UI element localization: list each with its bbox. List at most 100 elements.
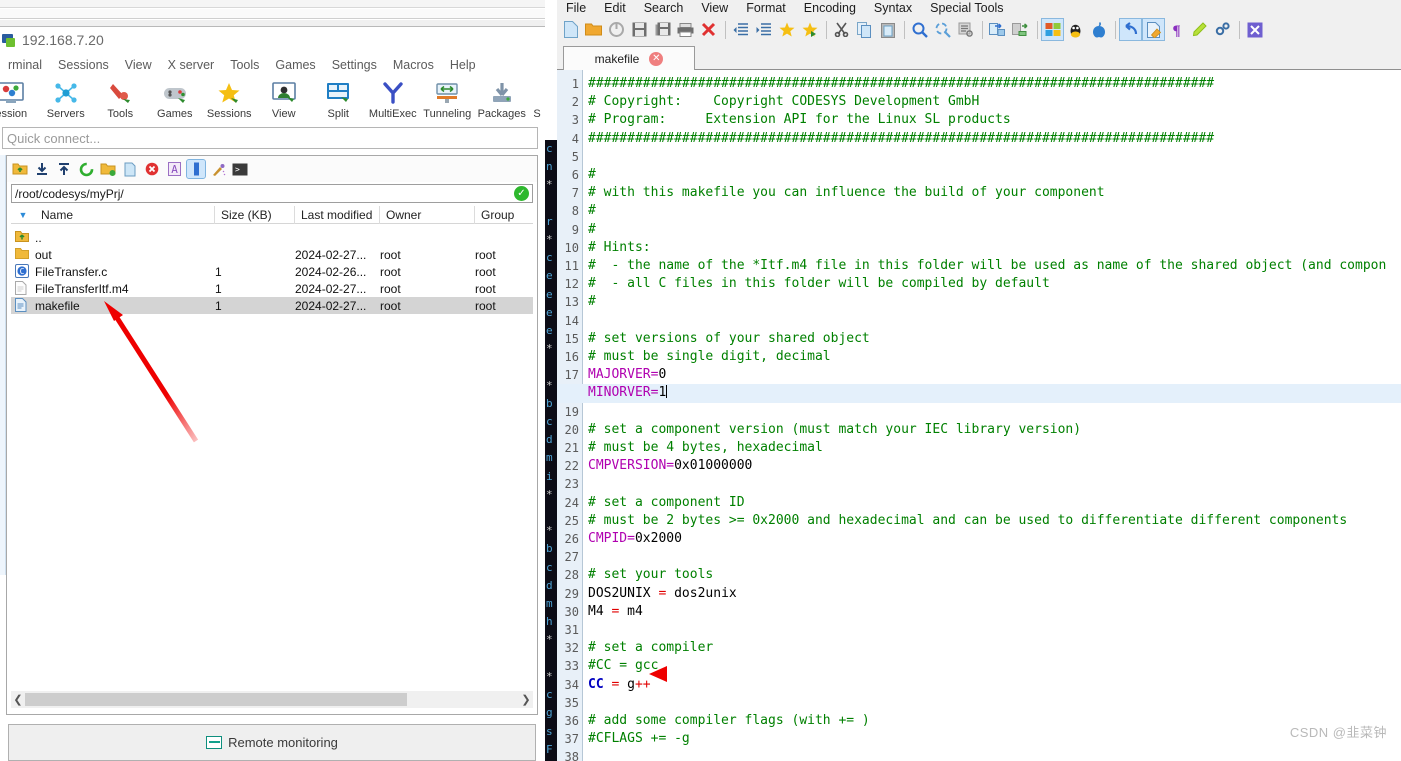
code-line[interactable]: M4 = m4 bbox=[588, 603, 643, 621]
redo-icon[interactable] bbox=[1142, 18, 1165, 41]
outdent-icon[interactable] bbox=[730, 19, 751, 40]
code-line[interactable]: # must be single digit, decimal bbox=[588, 348, 831, 366]
windows-eol-icon[interactable] bbox=[1041, 18, 1064, 41]
sort-indicator-icon[interactable]: ▼ bbox=[11, 206, 35, 224]
menu-item-games[interactable]: Games bbox=[267, 58, 323, 72]
copy-icon[interactable] bbox=[854, 19, 875, 40]
open-folder-icon[interactable] bbox=[583, 19, 604, 40]
toolbar-button-split[interactable]: Split bbox=[311, 77, 366, 120]
mobaxterm-menubar[interactable]: rminal Sessions View X server Tools Game… bbox=[0, 53, 545, 77]
menu-item-view[interactable]: View bbox=[692, 1, 737, 15]
toolbar-button-multiexec[interactable]: MultiExec bbox=[366, 77, 421, 120]
table-row[interactable]: makefile 1 2024-02-27... root root bbox=[11, 297, 533, 314]
code-line[interactable]: MAJORVER=0 bbox=[588, 366, 666, 384]
open-terminal-icon[interactable]: > bbox=[231, 160, 249, 178]
code-line[interactable]: # set your tools bbox=[588, 566, 713, 584]
code-line[interactable]: CMPID=0x2000 bbox=[588, 530, 682, 548]
toolbar-button-view[interactable]: View bbox=[257, 77, 312, 120]
find-in-files-icon[interactable] bbox=[955, 19, 976, 40]
table-row[interactable]: FileTransferItf.m4 1 2024-02-27... root … bbox=[11, 280, 533, 297]
menu-item-settings[interactable]: Settings bbox=[324, 58, 385, 72]
menu-item-format[interactable]: Format bbox=[737, 1, 795, 15]
file-list-horizontal-scrollbar[interactable]: ❮ ❯ bbox=[11, 691, 533, 708]
column-header-modified[interactable]: Last modified bbox=[295, 205, 380, 224]
save-disabled-icon[interactable] bbox=[606, 19, 627, 40]
binary-mode-icon[interactable] bbox=[186, 159, 206, 179]
code-line[interactable]: # set a component ID bbox=[588, 494, 745, 512]
mobaxterm-toolbar[interactable]: ession Servers Tools Games bbox=[0, 77, 545, 125]
terminal-output-sliver[interactable]: cn* r*ceeee* *bcdmi* *bcdmh* *cgsF c/m bbox=[545, 140, 557, 761]
scroll-right-arrow-icon[interactable]: ❯ bbox=[519, 693, 533, 706]
code-line[interactable]: CC = g++ bbox=[588, 676, 651, 694]
menu-item-edit[interactable]: Edit bbox=[595, 1, 635, 15]
code-line[interactable]: CMPVERSION=0x01000000 bbox=[588, 457, 752, 475]
sftp-path-bar[interactable]: /root/codesys/myPrj/ ✓ bbox=[11, 184, 533, 203]
tab-close-icon[interactable]: ✕ bbox=[649, 51, 664, 66]
sftp-path-text[interactable]: /root/codesys/myPrj/ bbox=[12, 187, 514, 201]
toolbar-button-servers[interactable]: Servers bbox=[39, 77, 94, 120]
table-row[interactable]: .. bbox=[11, 229, 533, 246]
menu-item-macros[interactable]: Macros bbox=[385, 58, 442, 72]
highlighter-icon[interactable] bbox=[1189, 19, 1210, 40]
upload-icon[interactable] bbox=[55, 160, 73, 178]
save-all-icon[interactable] bbox=[652, 19, 673, 40]
paste-icon[interactable] bbox=[877, 19, 898, 40]
compare-right-icon[interactable] bbox=[1010, 19, 1031, 40]
menu-item-search[interactable]: Search bbox=[635, 1, 693, 15]
code-line[interactable]: #CFLAGS += -g bbox=[588, 730, 690, 748]
code-line[interactable]: # must be 4 bytes, hexadecimal bbox=[588, 439, 823, 457]
scrollbar-thumb[interactable] bbox=[25, 693, 407, 706]
toolbar-button-tunneling[interactable]: Tunneling bbox=[420, 77, 475, 120]
bookmark-next-icon[interactable] bbox=[799, 19, 820, 40]
menu-item-sessions[interactable]: Sessions bbox=[50, 58, 117, 72]
code-text-area[interactable]: ########################################… bbox=[588, 70, 1401, 761]
save-icon[interactable] bbox=[629, 19, 650, 40]
menu-item-special-tools[interactable]: Special Tools bbox=[921, 1, 1012, 15]
close-icon[interactable] bbox=[698, 19, 719, 40]
toolbar-button-settings[interactable]: S bbox=[529, 77, 545, 120]
find-icon[interactable] bbox=[909, 19, 930, 40]
new-file-icon[interactable] bbox=[121, 160, 139, 178]
notepadpp-tabbar[interactable]: makefile ✕ bbox=[557, 43, 1401, 70]
compare-left-icon[interactable] bbox=[987, 19, 1008, 40]
menu-item-file[interactable]: File bbox=[557, 1, 595, 15]
column-header-group[interactable]: Group bbox=[475, 206, 533, 224]
code-line[interactable]: # bbox=[588, 221, 596, 239]
menu-item-terminal[interactable]: rminal bbox=[0, 58, 50, 72]
menu-item-syntax[interactable]: Syntax bbox=[865, 1, 921, 15]
replace-icon[interactable] bbox=[932, 19, 953, 40]
menu-item-xserver[interactable]: X server bbox=[160, 58, 223, 72]
settings-icon[interactable] bbox=[1212, 19, 1233, 40]
new-file-icon[interactable] bbox=[560, 19, 581, 40]
quick-connect-input[interactable]: Quick connect... bbox=[2, 127, 538, 149]
code-line[interactable]: # bbox=[588, 202, 596, 220]
notepadpp-toolbar[interactable]: ¶ bbox=[557, 16, 1401, 43]
tab-makefile[interactable]: makefile ✕ bbox=[563, 46, 695, 70]
menu-item-help[interactable]: Help bbox=[442, 58, 484, 72]
remote-monitoring-panel[interactable]: Remote monitoring bbox=[8, 724, 536, 761]
code-line[interactable]: # bbox=[588, 166, 596, 184]
code-line[interactable]: ########################################… bbox=[588, 75, 1214, 93]
toolbar-button-sessions[interactable]: Sessions bbox=[202, 77, 257, 120]
download-icon[interactable] bbox=[33, 160, 51, 178]
column-header-name[interactable]: Name bbox=[35, 205, 215, 224]
table-row[interactable]: out 2024-02-27... root root bbox=[11, 246, 533, 263]
code-line[interactable]: # set versions of your shared object bbox=[588, 330, 870, 348]
code-line[interactable]: # Hints: bbox=[588, 239, 651, 257]
column-header-owner[interactable]: Owner bbox=[380, 205, 475, 224]
sftp-toolbar[interactable]: A > bbox=[7, 156, 537, 182]
code-line[interactable]: # - all C files in this folder will be c… bbox=[588, 275, 1050, 293]
code-line[interactable]: ########################################… bbox=[588, 130, 1214, 148]
print-icon[interactable] bbox=[675, 19, 696, 40]
refresh-icon[interactable] bbox=[77, 160, 95, 178]
toolbar-button-games[interactable]: Games bbox=[148, 77, 203, 120]
menu-item-view[interactable]: View bbox=[117, 58, 160, 72]
code-line[interactable]: DOS2UNIX = dos2unix bbox=[588, 585, 737, 603]
cut-icon[interactable] bbox=[831, 19, 852, 40]
code-line[interactable]: # set a component version (must match yo… bbox=[588, 421, 1081, 439]
table-row[interactable]: C FileTransfer.c 1 2024-02-26... root ro… bbox=[11, 263, 533, 280]
undo-icon[interactable] bbox=[1119, 18, 1142, 41]
code-line[interactable]: # - the name of the *Itf.m4 file in this… bbox=[588, 257, 1386, 275]
toolbar-button-tools[interactable]: Tools bbox=[93, 77, 148, 120]
delete-icon[interactable] bbox=[143, 160, 161, 178]
